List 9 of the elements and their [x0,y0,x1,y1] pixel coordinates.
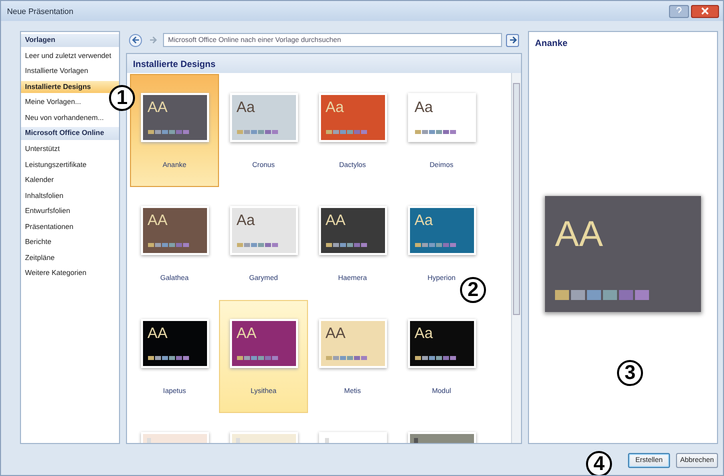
go-icon[interactable] [506,34,519,46]
preview-title: Ananke [534,37,569,50]
callout-number: 4 [586,451,612,475]
window-title: Neue Präsentation [7,6,74,16]
close-icon[interactable] [691,4,719,18]
back-icon[interactable] [129,34,142,46]
scrollbar[interactable] [511,73,521,443]
theme-preview: AA [545,196,701,312]
help-icon[interactable] [669,4,689,18]
